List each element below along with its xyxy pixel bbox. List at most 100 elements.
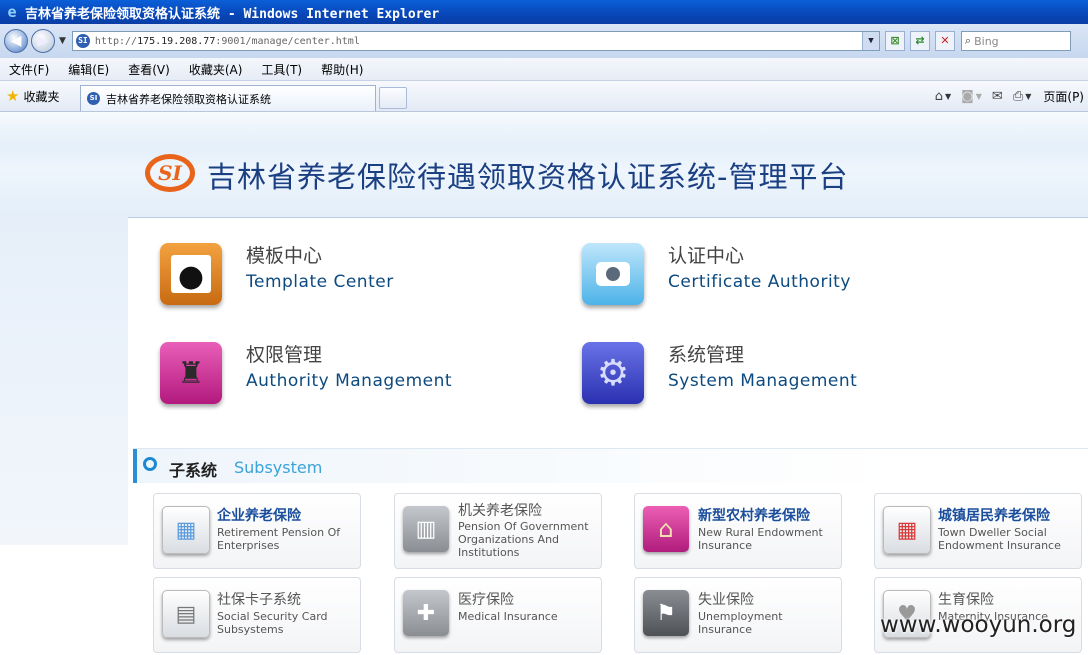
stop-button[interactable]: ✕ — [934, 31, 955, 51]
subsystem-title-cn: 失业保险 — [698, 592, 754, 608]
home-dropdown-icon[interactable]: ▼ — [945, 92, 951, 101]
left-panel-background — [0, 217, 128, 545]
subsystem-card-enterprise-pension[interactable]: ▦ 企业养老保险 Retirement Pension Of Enterpris… — [153, 493, 361, 569]
page-content: SI 吉林省养老保险待遇领取资格认证系统-管理平台 ● 模板中心 Templat… — [0, 112, 1088, 655]
subsystem-title-en: Medical Insurance — [458, 610, 558, 623]
subsystem-card-rural-pension[interactable]: ⌂ 新型农村养老保险 New Rural Endowment Insurance — [634, 493, 842, 569]
page-menu-button[interactable]: 页面(P) — [1043, 88, 1084, 105]
camera-icon — [582, 243, 644, 305]
browser-tab[interactable]: SI 吉林省养老保险领取资格认证系统 — [80, 85, 376, 111]
history-dropdown-icon[interactable]: ▼ — [59, 36, 66, 46]
subsystem-card-medical-insurance[interactable]: ✚ 医疗保险 Medical Insurance — [394, 577, 602, 653]
building-icon: ▦ — [162, 506, 210, 554]
arrow-left-icon: ◀ — [10, 33, 22, 49]
command-bar: ⌂ ▼ ◙ ▼ ✉ ⎙ ▼ 页面(P) — [925, 88, 1088, 105]
home-icon[interactable]: ⌂ — [935, 89, 943, 104]
module-title-cn: 权限管理 — [246, 344, 323, 366]
tab-title: 吉林省养老保险领取资格认证系统 — [106, 92, 271, 106]
favorites-bar: ★ 收藏夹 SI 吉林省养老保险领取资格认证系统 ⌂ ▼ ◙ ▼ ✉ ⎙ ▼ 页面(P… — [0, 81, 1088, 112]
subsystem-title-cn: 新型农村养老保险 — [698, 508, 810, 524]
running-man-icon: ⚑ — [643, 590, 689, 636]
banner-shine — [0, 112, 1088, 148]
refresh-icon: ⇄ — [915, 34, 925, 47]
header-banner: SI 吉林省养老保险待遇领取资格认证系统-管理平台 — [0, 112, 1088, 218]
compat-icon: ⊠ — [890, 34, 900, 47]
mail-icon[interactable]: ✉ — [992, 89, 1003, 104]
subsystem-card-government-pension[interactable]: ▥ 机关养老保险 Pension Of Government Organizat… — [394, 493, 602, 569]
menu-edit[interactable]: 编辑(E) — [68, 61, 109, 78]
window-title: 吉林省养老保险领取资格认证系统 - Windows Internet Explo… — [25, 6, 440, 22]
subsystem-card-urban-resident-pension[interactable]: ▦ 城镇居民养老保险 Town Dweller Social Endowment… — [874, 493, 1082, 569]
system-title: 吉林省养老保险待遇领取资格认证系统-管理平台 — [207, 160, 849, 194]
address-toolbar: ◀ ▶ ▼ SI http://175.19.208.77:9001/manag… — [0, 24, 1088, 58]
module-certificate-authority[interactable]: 认证中心 Certificate Authority — [582, 243, 851, 305]
subsystem-card-social-security-card[interactable]: ▤ 社保卡子系统 Social Security Card Subsystems — [153, 577, 361, 653]
forward-button[interactable]: ▶ — [31, 29, 55, 53]
gear-icon: ⚙ — [582, 342, 644, 404]
refresh-button[interactable]: ⇄ — [909, 31, 930, 51]
search-input[interactable]: ⌕ Bing — [960, 31, 1071, 51]
government-building-icon: ▥ — [403, 506, 449, 552]
circle-bullet-icon — [143, 457, 157, 471]
subsystem-title-en: Social Security Card Subsystems — [217, 610, 328, 636]
subsystem-title-cn: 企业养老保险 — [217, 508, 301, 524]
module-title-cn: 认证中心 — [668, 245, 745, 267]
medicine-bottle-icon: ✚ — [403, 590, 449, 636]
print-icon[interactable]: ⎙ — [1013, 89, 1023, 104]
module-title-en: Template Center — [246, 272, 394, 292]
feeds-dropdown-icon[interactable]: ▼ — [976, 92, 982, 101]
module-title-en: Certificate Authority — [668, 272, 851, 292]
subsystem-card-unemployment-insurance[interactable]: ⚑ 失业保险 Unemployment Insurance — [634, 577, 842, 653]
menu-tools[interactable]: 工具(T) — [261, 61, 302, 78]
module-title-en: System Management — [668, 371, 858, 391]
module-template-center[interactable]: ● 模板中心 Template Center — [160, 243, 394, 305]
module-authority-management[interactable]: ♜ 权限管理 Authority Management — [160, 342, 452, 404]
subsystem-title-en: Subsystem — [234, 458, 323, 477]
card-reader-icon: ▤ — [162, 590, 210, 638]
print-dropdown-icon[interactable]: ▼ — [1025, 92, 1031, 101]
subsystem-title-cn: 社保卡子系统 — [217, 592, 301, 608]
search-placeholder: Bing — [974, 34, 999, 48]
subsystem-accent-bar — [133, 449, 137, 483]
subsystem-title-en: Unemployment Insurance — [698, 610, 783, 636]
house-icon: ⌂ — [643, 506, 689, 552]
subsystem-title-cn: 子系统 — [169, 461, 218, 480]
user-portrait-icon: ● — [160, 243, 222, 305]
feeds-icon[interactable]: ◙ — [961, 89, 974, 104]
subsystem-title-en: Pension Of Government Organizations And … — [458, 520, 589, 559]
apartment-icon: ▦ — [883, 506, 931, 554]
favorites-label: 收藏夹 — [23, 89, 60, 104]
url-path: :9001/manage/center.html — [215, 35, 360, 47]
ie-logo-icon: e — [7, 3, 17, 21]
address-input[interactable]: SI http://175.19.208.77:9001/manage/cent… — [71, 31, 880, 51]
arrow-right-icon: ▶ — [37, 33, 49, 49]
site-favicon-icon: SI — [75, 34, 90, 48]
url-host: 175.19.208.77 — [137, 35, 216, 47]
back-button[interactable]: ◀ — [4, 29, 28, 53]
subsystem-title-en: New Rural Endowment Insurance — [698, 526, 823, 552]
menu-help[interactable]: 帮助(H) — [321, 61, 363, 78]
new-tab-button[interactable] — [379, 87, 407, 109]
search-icon: ⌕ — [964, 34, 972, 47]
subsystem-title-cn: 城镇居民养老保险 — [938, 508, 1050, 524]
social-insurance-logo: SI — [145, 154, 195, 192]
url-protocol: http:// — [94, 35, 138, 47]
module-title-en: Authority Management — [246, 371, 453, 391]
address-dropdown-button[interactable]: ▼ — [861, 32, 879, 50]
subsystem-header: 子系统 Subsystem — [133, 448, 1088, 483]
subsystem-title-cn: 机关养老保险 — [458, 503, 542, 519]
compatibility-view-button[interactable]: ⊠ — [884, 31, 905, 51]
menu-view[interactable]: 查看(V) — [128, 61, 170, 78]
star-icon: ★ — [6, 87, 20, 105]
favorites-button[interactable]: ★ 收藏夹 — [6, 87, 80, 105]
strongman-icon: ♜ — [160, 342, 222, 404]
module-title-cn: 模板中心 — [246, 245, 323, 267]
subsystem-title-cn: 医疗保险 — [458, 592, 514, 608]
subsystem-title-cn: 生育保险 — [938, 592, 994, 608]
module-system-management[interactable]: ⚙ 系统管理 System Management — [582, 342, 857, 404]
menu-file[interactable]: 文件(F) — [9, 61, 49, 78]
menu-favorites[interactable]: 收藏夹(A) — [189, 61, 243, 78]
window-titlebar: e 吉林省养老保险领取资格认证系统 - Windows Internet Exp… — [0, 0, 1088, 24]
close-icon: ✕ — [940, 34, 950, 47]
watermark-text: www.wooyun.org — [880, 612, 1077, 638]
